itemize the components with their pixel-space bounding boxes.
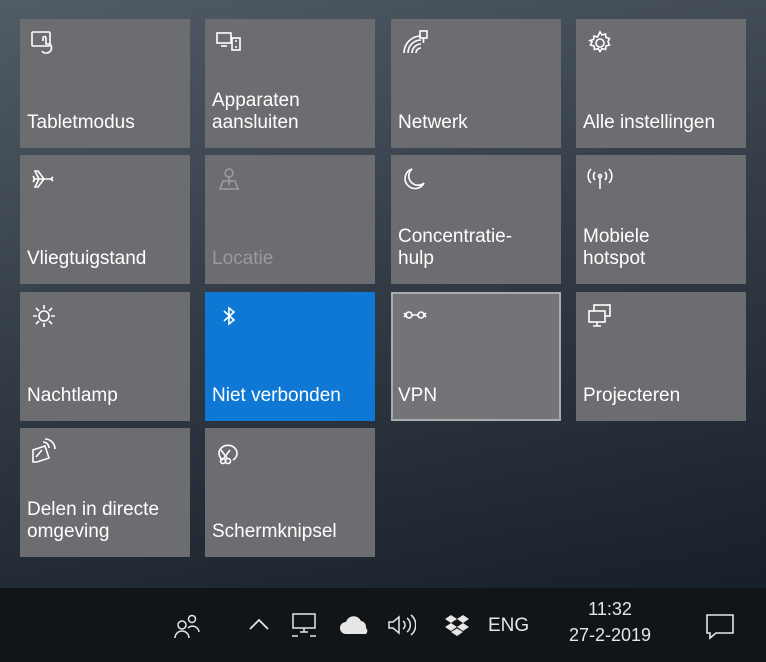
tile-location[interactable]: Locatie bbox=[205, 155, 375, 284]
tile-label: Vliegtuigstand bbox=[27, 248, 147, 269]
people-icon[interactable] bbox=[172, 611, 202, 641]
tile-connect-devices[interactable]: Apparaten aansluiten bbox=[205, 19, 375, 148]
tile-label: VPN bbox=[398, 385, 438, 406]
tile-mobile-hotspot[interactable]: Mobiele hotspot bbox=[576, 155, 746, 284]
project-display-icon bbox=[586, 302, 614, 330]
tile-tablet-mode[interactable]: Tabletmodus bbox=[20, 19, 190, 148]
settings-gear-icon bbox=[586, 29, 614, 57]
taskbar: ENG 11:32 27-2-2019 bbox=[0, 588, 766, 662]
tile-project[interactable]: Projecteren bbox=[576, 292, 746, 421]
tile-airplane-mode[interactable]: Vliegtuigstand bbox=[20, 155, 190, 284]
show-hidden-chevron-icon[interactable] bbox=[248, 616, 270, 632]
tile-label: Netwerk bbox=[398, 112, 468, 133]
dropbox-icon[interactable] bbox=[444, 613, 470, 637]
action-center-panel: Tabletmodus Apparaten aansluiten Netwerk… bbox=[0, 0, 766, 588]
tile-night-light[interactable]: Nachtlamp bbox=[20, 292, 190, 421]
tile-label: Schermknipsel bbox=[212, 521, 337, 542]
action-center-icon bbox=[704, 612, 736, 640]
tile-label: Niet verbonden bbox=[212, 385, 341, 406]
network-wired-icon[interactable] bbox=[290, 612, 318, 638]
tile-bluetooth[interactable]: Niet verbonden bbox=[205, 292, 375, 421]
tile-label: Alle instellingen bbox=[583, 112, 716, 133]
tile-network[interactable]: Netwerk bbox=[391, 19, 561, 148]
clock-time: 11:32 bbox=[588, 599, 632, 619]
tile-vpn[interactable]: VPN bbox=[391, 292, 561, 421]
moon-icon bbox=[401, 165, 429, 193]
connect-devices-icon bbox=[215, 29, 243, 57]
bluetooth-icon bbox=[215, 302, 243, 330]
airplane-icon bbox=[30, 165, 58, 193]
network-icon bbox=[401, 29, 429, 57]
volume-icon[interactable] bbox=[386, 613, 416, 637]
clock[interactable]: 11:32 27-2-2019 bbox=[562, 596, 658, 648]
tile-nearby-sharing[interactable]: Delen in directe omgeving bbox=[20, 428, 190, 557]
brightness-sun-icon bbox=[30, 302, 58, 330]
tile-all-settings[interactable]: Alle instellingen bbox=[576, 19, 746, 148]
clock-date: 27-2-2019 bbox=[568, 625, 652, 645]
tile-label: Apparaten aansluiten bbox=[212, 90, 300, 133]
onedrive-cloud-icon[interactable] bbox=[338, 616, 372, 636]
location-icon bbox=[215, 165, 243, 193]
tile-screen-snip[interactable]: Schermknipsel bbox=[205, 428, 375, 557]
hotspot-icon bbox=[586, 165, 614, 193]
nearby-share-icon bbox=[30, 438, 58, 466]
screen-snip-icon bbox=[215, 438, 243, 466]
action-center-button[interactable] bbox=[678, 588, 766, 662]
tile-label: Tabletmodus bbox=[27, 112, 135, 133]
tile-label: Delen in directe omgeving bbox=[27, 499, 160, 542]
tablet-mode-icon bbox=[30, 29, 58, 57]
tile-label: Projecteren bbox=[583, 385, 681, 406]
language-indicator[interactable]: ENG bbox=[488, 615, 529, 637]
tile-label: Mobiele hotspot bbox=[583, 226, 650, 269]
tile-label: Locatie bbox=[212, 248, 274, 269]
vpn-icon bbox=[401, 302, 429, 330]
tile-focus-assist[interactable]: Concentratie- hulp bbox=[391, 155, 561, 284]
tile-label: Concentratie- hulp bbox=[398, 226, 513, 269]
tile-label: Nachtlamp bbox=[27, 385, 118, 406]
